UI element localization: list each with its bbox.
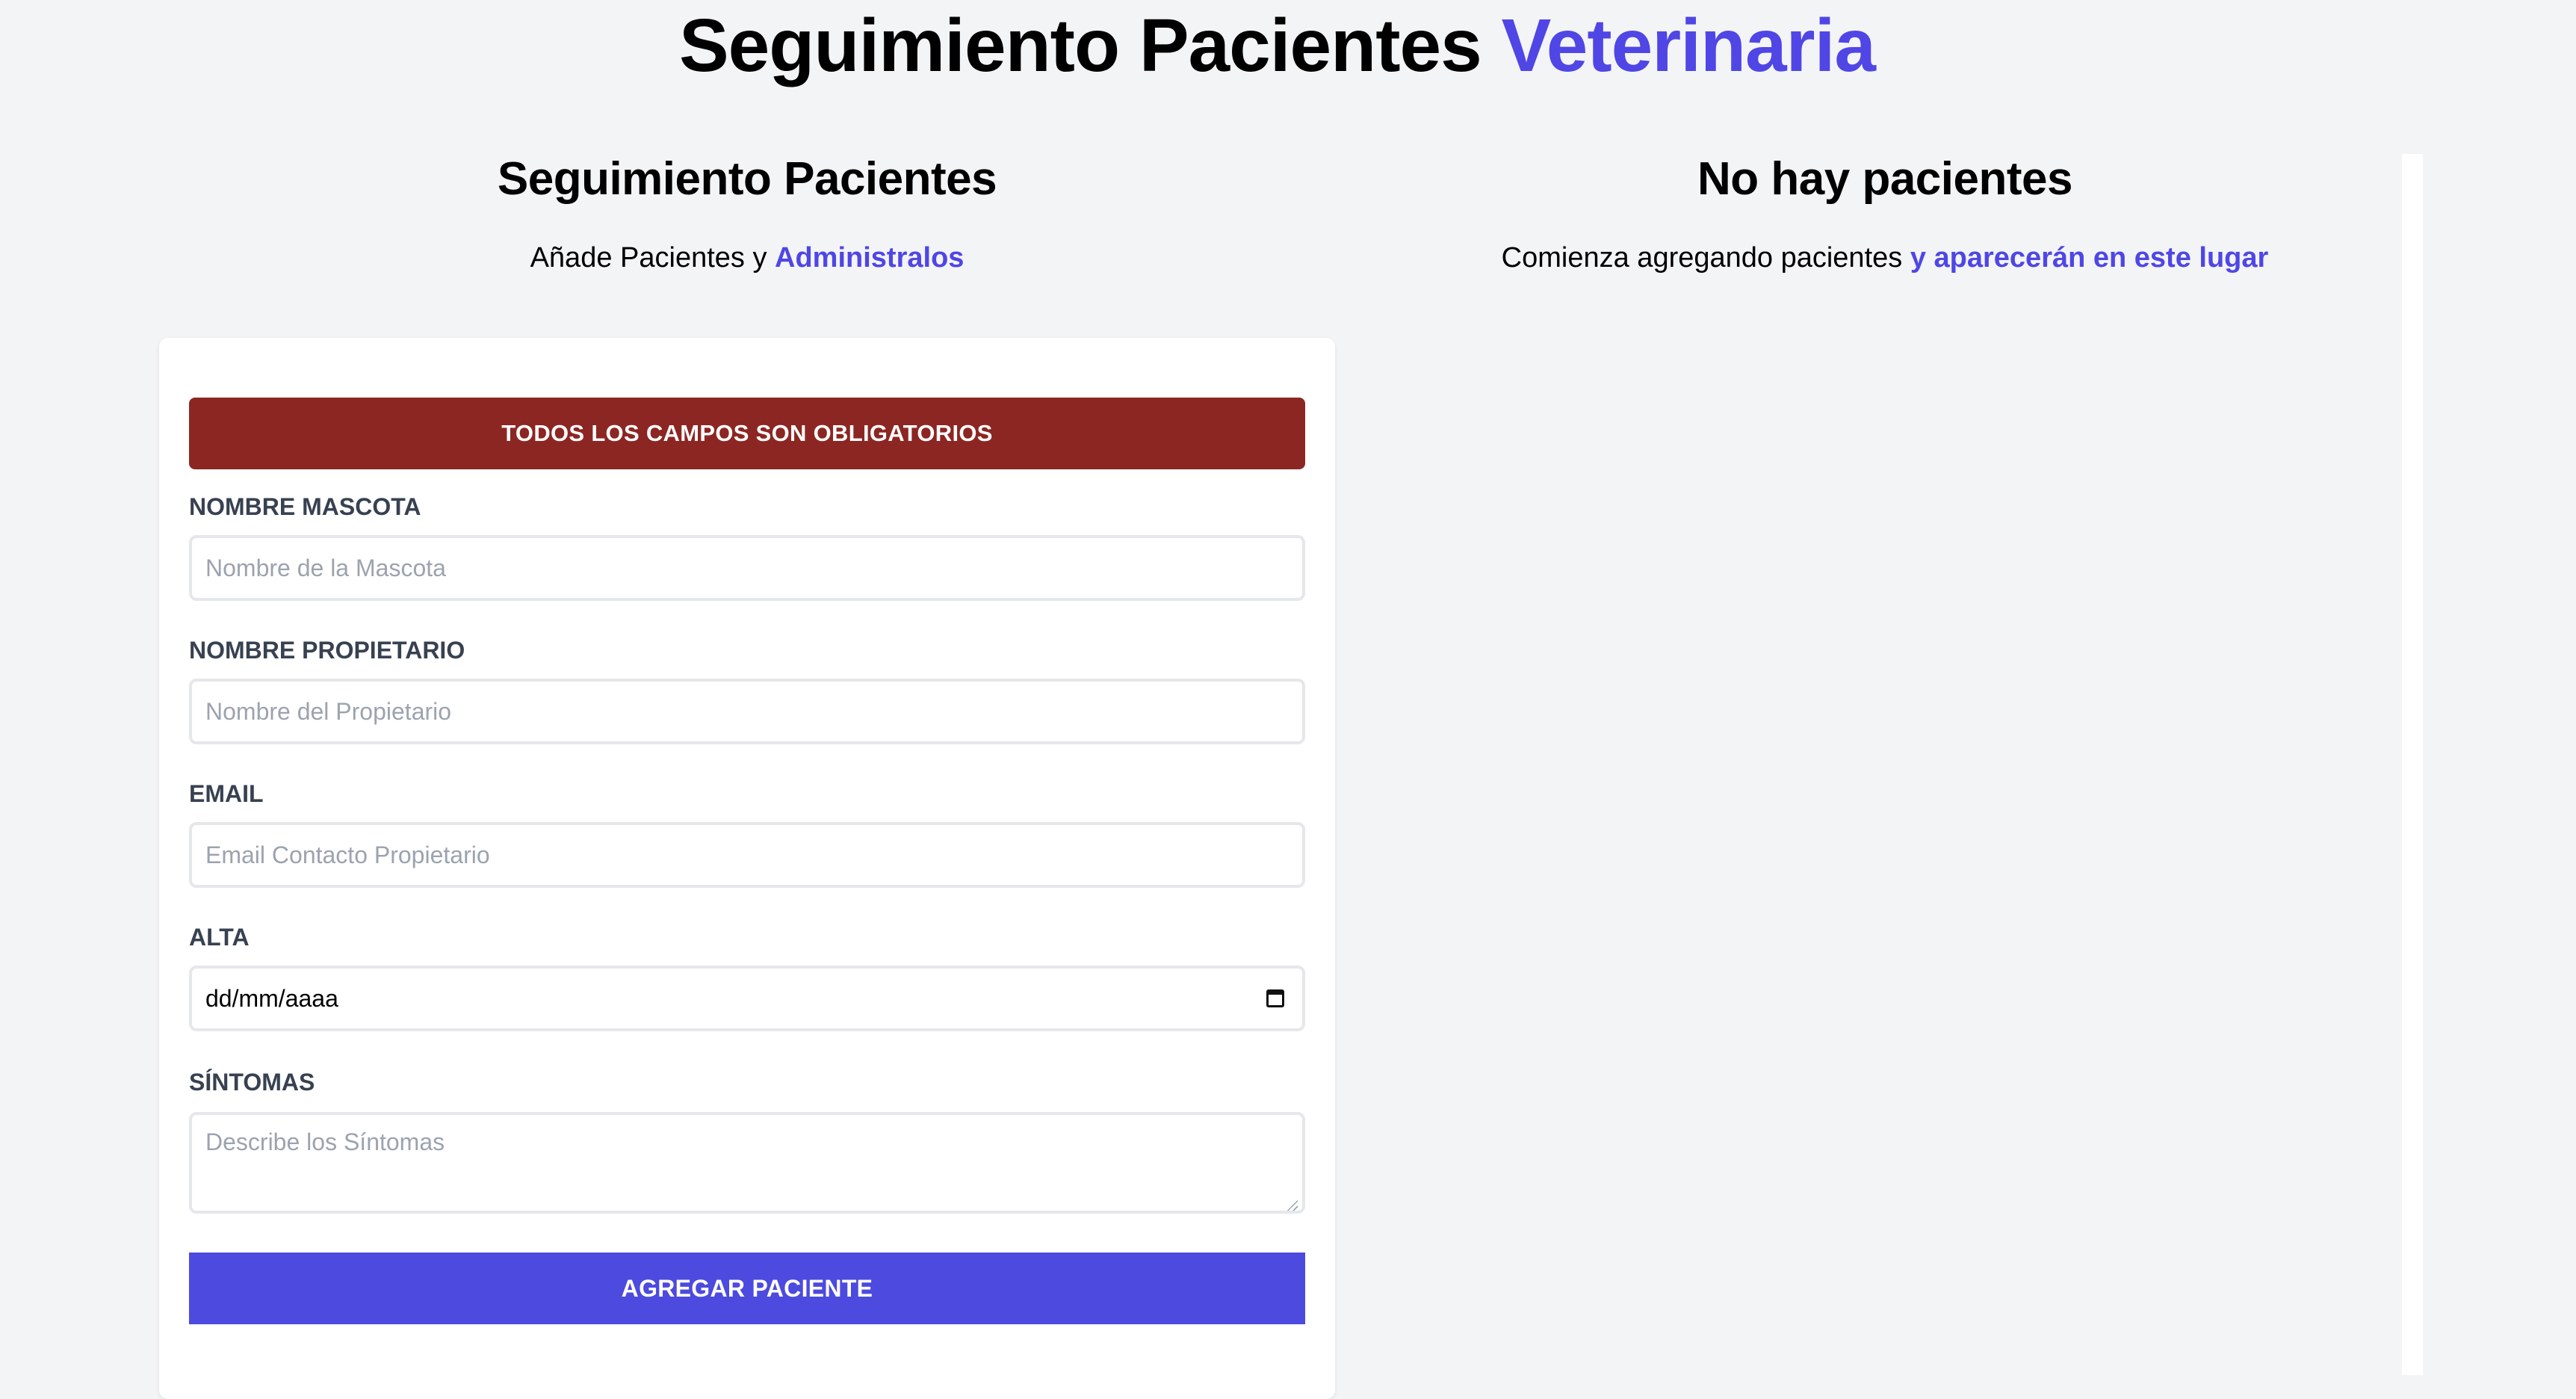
page-title: Seguimiento Pacientes Veterinaria: [0, 0, 2554, 97]
form-panel-subtitle-accent: Administralos: [775, 242, 965, 274]
owner-name-input[interactable]: [189, 679, 1305, 744]
email-input[interactable]: [189, 822, 1305, 888]
pet-name-input[interactable]: [189, 535, 1305, 601]
patients-panel-subtitle-text: Comienza agregando pacientes: [1501, 242, 1903, 274]
form-panel-subtitle: Añade Pacientes y Administralos: [159, 239, 1335, 277]
discharge-date-input[interactable]: dd/mm/aaaa: [189, 966, 1305, 1031]
discharge-date-value: dd/mm/aaaa: [205, 984, 338, 1012]
pet-name-label: Nombre Mascota: [189, 493, 421, 520]
patients-panel-subtitle-accent: y aparecerán en este lugar: [1910, 242, 2269, 274]
calendar-icon[interactable]: [1266, 989, 1284, 1007]
email-label: Email: [189, 780, 264, 807]
resize-grip-icon[interactable]: [1286, 1199, 1298, 1211]
symptoms-label: Síntomas: [189, 1069, 315, 1096]
page-title-main: Seguimiento Pacientes: [678, 4, 1482, 87]
add-patient-button[interactable]: Agregar Paciente: [189, 1253, 1305, 1324]
owner-name-label: Nombre Propietario: [189, 637, 465, 664]
patients-list-scrollbar[interactable]: [2402, 154, 2423, 1375]
patients-panel-subtitle: Comienza agregando pacientes y aparecerá…: [1337, 239, 2433, 277]
patient-form: Todos los campos son obligatorios Nombre…: [159, 338, 1335, 1399]
page-title-accent: Veterinaria: [1501, 4, 1876, 87]
symptoms-textarea[interactable]: [189, 1112, 1305, 1214]
error-banner: Todos los campos son obligatorios: [189, 398, 1305, 469]
form-panel-heading: Seguimiento Pacientes: [497, 153, 997, 205]
form-panel-subtitle-text: Añade Pacientes y: [530, 242, 767, 274]
patients-panel-heading: No hay pacientes: [1697, 153, 2072, 205]
discharge-date-label: Alta: [189, 924, 250, 951]
